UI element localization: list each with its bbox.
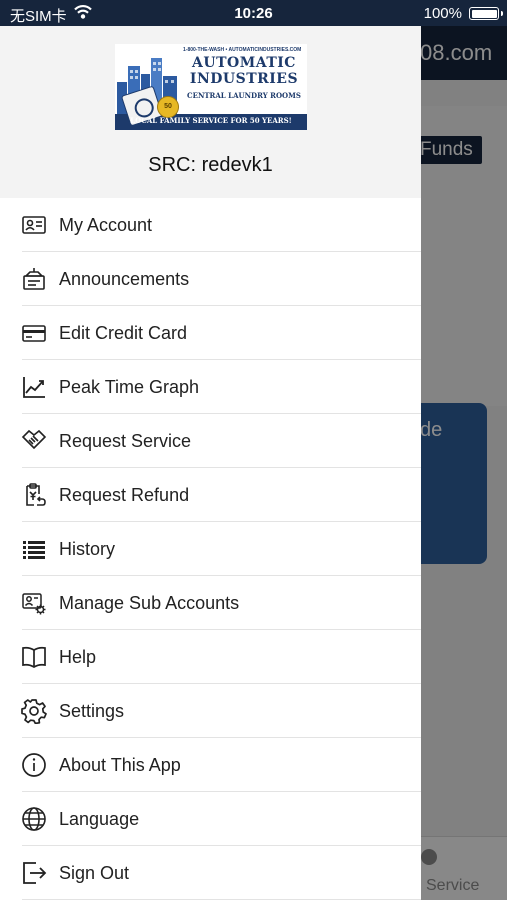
menu-item-label: My Account bbox=[59, 214, 153, 235]
menu-item-label: Settings bbox=[59, 700, 125, 721]
list-icon bbox=[21, 536, 47, 562]
company-logo: 1-800-THE-WASH • AUTOMATICINDUSTRIES.COM… bbox=[115, 44, 307, 130]
menu-item-label: Language bbox=[59, 808, 140, 829]
drawer-header: 1-800-THE-WASH • AUTOMATICINDUSTRIES.COM… bbox=[0, 26, 421, 198]
logo-brand-line2: INDUSTRIES bbox=[189, 71, 299, 87]
menu-item-history[interactable]: History bbox=[0, 522, 421, 576]
src-label: SRC: redevk1 bbox=[148, 154, 273, 176]
menu-item-label: About This App bbox=[59, 754, 181, 775]
credit-card-icon bbox=[21, 320, 47, 346]
menu-item-sign-out[interactable]: Sign Out bbox=[0, 846, 421, 900]
menu-item-label: Request Service bbox=[59, 430, 192, 451]
book-icon bbox=[21, 644, 47, 670]
logo-contact-line: 1-800-THE-WASH • AUTOMATICINDUSTRIES.COM bbox=[183, 47, 302, 53]
gear-icon bbox=[21, 698, 47, 724]
battery-percent: 100% bbox=[423, 5, 462, 22]
chart-line-icon bbox=[21, 374, 47, 400]
announcement-icon bbox=[21, 266, 47, 292]
globe-icon bbox=[21, 806, 47, 832]
logo-brand-line1: AUTOMATIC bbox=[192, 55, 296, 71]
menu-item-label: Edit Credit Card bbox=[59, 322, 188, 343]
menu-item-settings[interactable]: Settings bbox=[0, 684, 421, 738]
navigation-drawer: 1-800-THE-WASH • AUTOMATICINDUSTRIES.COM… bbox=[0, 26, 421, 900]
menu-item-announcements[interactable]: Announcements bbox=[0, 252, 421, 306]
status-bar: 无SIM卡 10:26 100% bbox=[0, 0, 507, 26]
manage-accounts-icon bbox=[21, 590, 47, 616]
handshake-icon bbox=[21, 428, 47, 454]
menu-item-request-refund[interactable]: Request Refund bbox=[0, 468, 421, 522]
menu-item-label: Sign Out bbox=[59, 862, 130, 883]
menu-item-manage-sub-accounts[interactable]: Manage Sub Accounts bbox=[0, 576, 421, 630]
menu-item-label: Request Refund bbox=[59, 484, 190, 505]
menu-item-label: Announcements bbox=[59, 268, 190, 289]
logo-tagline: LOCAL FAMILY SERVICE FOR 50 YEARS! bbox=[130, 116, 292, 125]
menu-item-help[interactable]: Help bbox=[0, 630, 421, 684]
menu-item-label: Help bbox=[59, 646, 97, 667]
refund-icon bbox=[21, 482, 47, 508]
anniversary-seal: 50 bbox=[157, 96, 179, 118]
account-card-icon bbox=[21, 212, 47, 238]
battery-icon bbox=[469, 7, 503, 20]
menu-item-language[interactable]: Language bbox=[0, 792, 421, 846]
info-icon bbox=[21, 752, 47, 778]
menu-item-peak-time-graph[interactable]: Peak Time Graph bbox=[0, 360, 421, 414]
menu-item-label: Manage Sub Accounts bbox=[59, 592, 240, 613]
drawer-menu: My Account Announcements Edit Credit Car… bbox=[0, 198, 421, 900]
menu-item-edit-credit-card[interactable]: Edit Credit Card bbox=[0, 306, 421, 360]
menu-item-label: History bbox=[59, 538, 116, 559]
menu-item-my-account[interactable]: My Account bbox=[0, 198, 421, 252]
menu-item-request-service[interactable]: Request Service bbox=[0, 414, 421, 468]
menu-item-about-this-app[interactable]: About This App bbox=[0, 738, 421, 792]
logo-brand-line3: CENTRAL LAUNDRY ROOMS bbox=[187, 91, 301, 100]
sign-out-icon bbox=[21, 860, 47, 886]
menu-item-label: Peak Time Graph bbox=[59, 376, 200, 397]
